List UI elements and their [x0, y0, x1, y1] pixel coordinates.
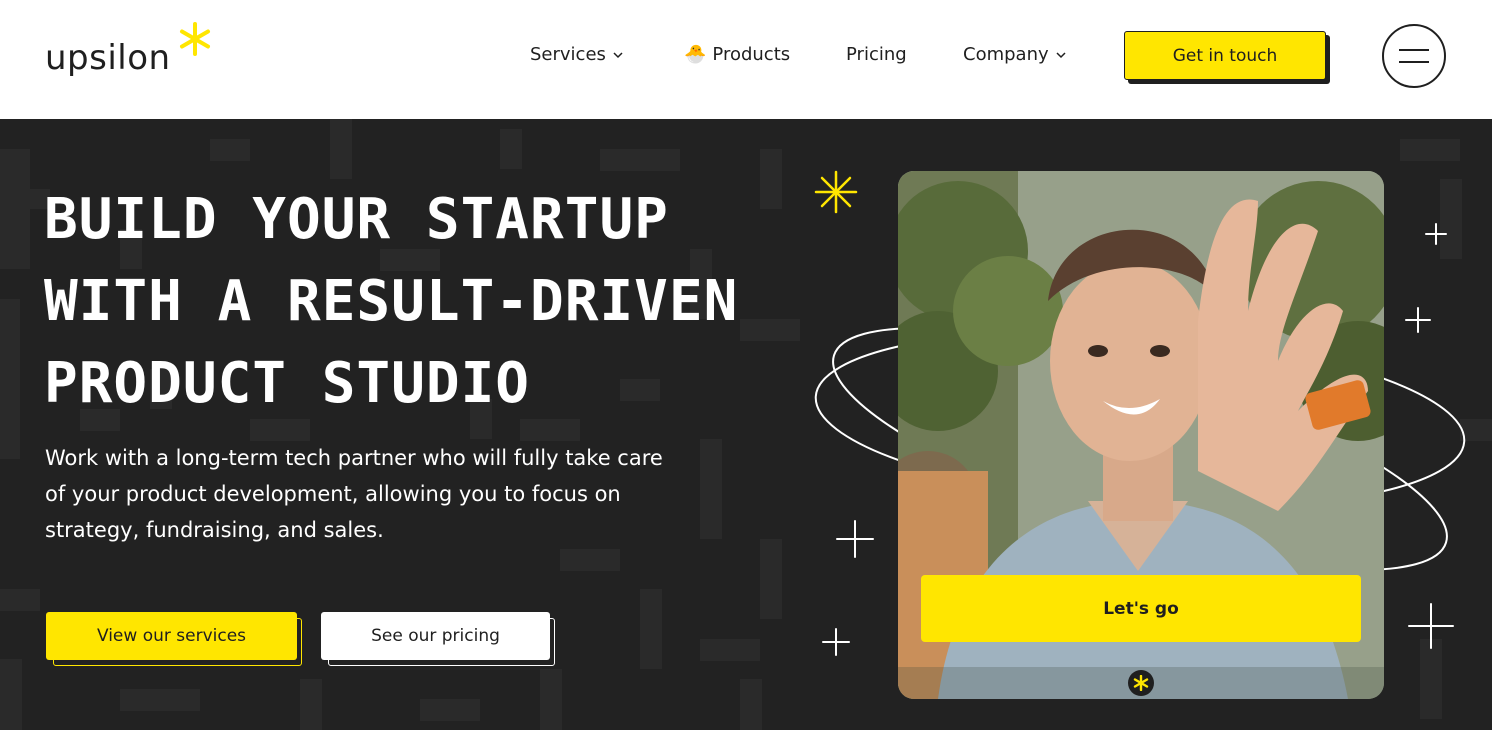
- logo[interactable]: upsilon: [45, 22, 215, 82]
- nav-services-label: Services: [530, 44, 606, 65]
- nav-pricing-label: Pricing: [846, 44, 907, 65]
- asterisk-badge: [1128, 670, 1154, 696]
- view-services-button[interactable]: View our services: [46, 612, 302, 666]
- nav-company-label: Company: [963, 44, 1049, 65]
- asterisk-logo-icon: [180, 22, 210, 56]
- nav-pricing[interactable]: Pricing: [846, 44, 907, 65]
- nav-products[interactable]: 🐣 Products: [684, 44, 790, 65]
- headline-line: WITH A RESULT-DRIVEN: [44, 269, 739, 334]
- asterisk-icon: [1133, 675, 1149, 691]
- chick-emoji-icon: 🐣: [684, 44, 707, 65]
- lets-go-button[interactable]: Let's go: [921, 575, 1361, 642]
- nav-company[interactable]: Company: [963, 44, 1067, 65]
- hero-section: BUILD YOUR STARTUP WITH A RESULT-DRIVEN …: [0, 119, 1492, 730]
- see-pricing-button[interactable]: See our pricing: [321, 612, 557, 666]
- video-card[interactable]: Let's go: [898, 171, 1384, 699]
- menu-line: [1399, 61, 1429, 63]
- logo-text: upsilon: [45, 38, 171, 78]
- see-pricing-label: See our pricing: [321, 612, 550, 660]
- menu-line: [1399, 49, 1429, 51]
- chevron-down-icon: [613, 51, 623, 58]
- hamburger-menu-button[interactable]: [1382, 24, 1446, 88]
- nav-products-label: Products: [712, 44, 791, 65]
- chevron-down-icon: [1056, 51, 1066, 58]
- nav-services[interactable]: Services: [530, 44, 624, 65]
- headline-line: BUILD YOUR STARTUP: [44, 187, 669, 252]
- get-in-touch-label: Get in touch: [1124, 31, 1326, 80]
- view-services-label: View our services: [46, 612, 297, 660]
- hero-subtext: Work with a long-term tech partner who w…: [45, 446, 663, 542]
- get-in-touch-button[interactable]: Get in touch: [1124, 31, 1330, 84]
- headline-line: PRODUCT STUDIO: [44, 351, 531, 416]
- hero-headline: BUILD YOUR STARTUP WITH A RESULT-DRIVEN …: [44, 179, 804, 425]
- site-header: upsilon Services 🐣 Products Pricing Comp…: [0, 0, 1492, 119]
